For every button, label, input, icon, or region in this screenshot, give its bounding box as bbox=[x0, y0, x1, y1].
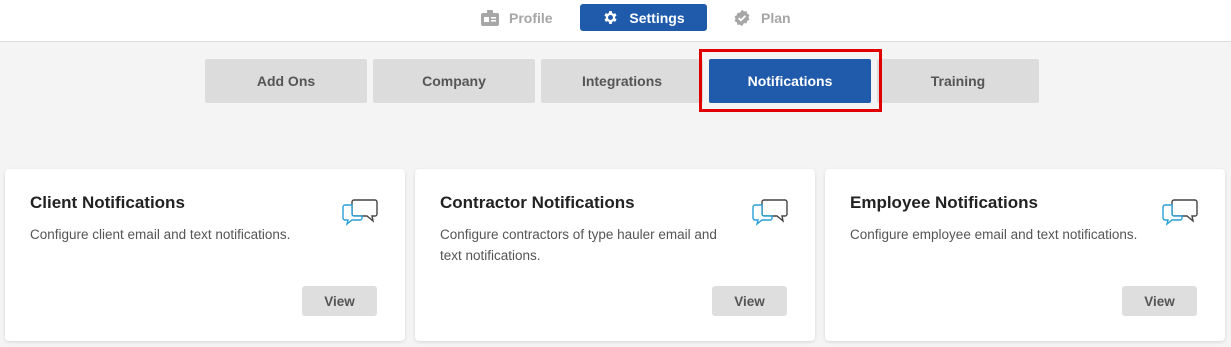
employee-notifications-card: Employee Notifications Configure employe… bbox=[825, 169, 1225, 341]
card-title: Contractor Notifications bbox=[440, 193, 635, 212]
plan-nav-label: Plan bbox=[761, 9, 791, 26]
employee-view-button[interactable]: View bbox=[1122, 286, 1197, 316]
settings-nav-label: Settings bbox=[629, 9, 685, 26]
tab-training[interactable]: Training bbox=[877, 59, 1039, 103]
chat-bubbles-icon bbox=[342, 199, 378, 226]
profile-nav-button[interactable]: Profile bbox=[481, 4, 553, 31]
client-notifications-card: Client Notifications Configure client em… bbox=[5, 169, 405, 341]
client-view-button[interactable]: View bbox=[302, 286, 377, 316]
tab-add-ons[interactable]: Add Ons bbox=[205, 59, 367, 103]
card-description: Configure contractors of type hauler ema… bbox=[440, 227, 717, 263]
card-description: Configure employee email and text notifi… bbox=[850, 227, 1138, 242]
tab-company[interactable]: Company bbox=[373, 59, 535, 103]
plan-nav-button[interactable]: Plan bbox=[733, 4, 791, 31]
card-description: Configure client email and text notifica… bbox=[30, 227, 291, 242]
settings-nav-button[interactable]: Settings bbox=[580, 4, 707, 31]
chat-bubbles-icon bbox=[752, 199, 788, 226]
card-title: Employee Notifications bbox=[850, 193, 1038, 212]
check-badge-icon bbox=[734, 9, 750, 26]
gear-icon bbox=[604, 11, 617, 24]
chat-bubbles-icon bbox=[1162, 199, 1198, 226]
top-navigation: Profile Settings Plan bbox=[0, 0, 1231, 42]
contractor-notifications-card: Contractor Notifications Configure contr… bbox=[415, 169, 815, 341]
card-title: Client Notifications bbox=[30, 193, 185, 212]
tab-integrations[interactable]: Integrations bbox=[541, 59, 703, 103]
tab-notifications[interactable]: Notifications bbox=[709, 59, 871, 103]
contractor-view-button[interactable]: View bbox=[712, 286, 787, 316]
id-badge-icon bbox=[481, 9, 499, 26]
profile-nav-label: Profile bbox=[509, 9, 553, 26]
